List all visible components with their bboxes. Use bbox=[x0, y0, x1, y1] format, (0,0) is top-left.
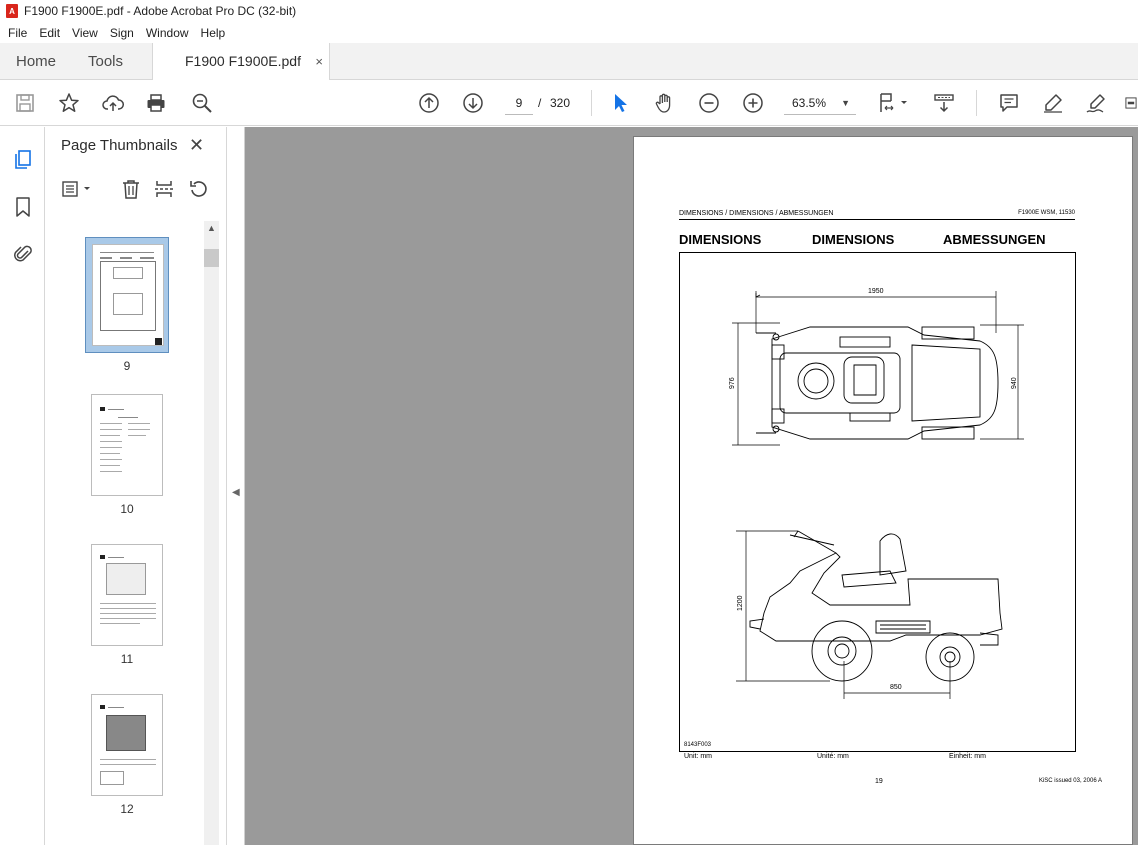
thumbnail-page-10[interactable]: 10 bbox=[85, 394, 169, 516]
unit-de: Einheit: mm bbox=[949, 753, 986, 760]
page-separator: / bbox=[538, 96, 542, 110]
thumbnail-label: 9 bbox=[123, 359, 131, 373]
bookmark-icon[interactable] bbox=[11, 195, 35, 219]
page-header-left: DIMENSIONS / DIMENSIONS / ABMESSUNGEN bbox=[679, 210, 834, 217]
extract-pages-icon[interactable] bbox=[152, 178, 176, 200]
delete-page-icon[interactable] bbox=[119, 178, 143, 200]
unit-fr: Unité: mm bbox=[817, 753, 849, 760]
panel-splitter[interactable]: ◀ bbox=[227, 127, 245, 845]
save-icon[interactable] bbox=[13, 91, 37, 115]
page-number-input[interactable]: 9 bbox=[505, 91, 533, 115]
collapse-panel-icon[interactable]: ◀ bbox=[232, 487, 240, 498]
left-rail bbox=[0, 127, 45, 845]
heading-fr: DIMENSIONS bbox=[812, 232, 895, 247]
panel-title: Page Thumbnails bbox=[61, 137, 178, 154]
unit-en: Unit: mm bbox=[684, 753, 712, 760]
zoom-in-icon[interactable] bbox=[741, 91, 765, 115]
drawing-frame: 1950 976 940 1200 850 bbox=[679, 252, 1076, 752]
thumbnail-label: 10 bbox=[120, 502, 134, 516]
close-tab-icon[interactable]: × bbox=[315, 43, 323, 80]
mower-dimension-drawing: 1950 976 940 1200 850 bbox=[729, 288, 1024, 699]
zoom-level-value: 63.5% bbox=[792, 96, 827, 110]
previous-page-icon[interactable] bbox=[417, 91, 441, 115]
heading-en: DIMENSIONS bbox=[679, 232, 762, 247]
scroll-mode-icon[interactable] bbox=[932, 91, 956, 115]
title-bar: A F1900 F1900E.pdf - Adobe Acrobat Pro D… bbox=[0, 0, 1138, 22]
page-header-right: F1900E WSM, 11530 bbox=[1018, 210, 1075, 216]
menu-help[interactable]: Help bbox=[195, 26, 232, 40]
menu-edit[interactable]: Edit bbox=[33, 26, 66, 40]
drawing-code: 8143F003 bbox=[684, 742, 712, 748]
menu-bar: File Edit View Sign Window Help bbox=[0, 22, 1138, 43]
thumbnail-selection-frame bbox=[85, 237, 169, 353]
thumbnail-image bbox=[91, 544, 163, 646]
window-title: F1900 F1900E.pdf - Adobe Acrobat Pro DC … bbox=[24, 4, 297, 18]
toolbar-divider bbox=[591, 90, 592, 116]
highlight-pen-icon[interactable] bbox=[1041, 91, 1065, 115]
thumbnail-image bbox=[92, 244, 164, 346]
menu-view[interactable]: View bbox=[66, 26, 104, 40]
tab-document-label: F1900 F1900E.pdf bbox=[185, 53, 301, 69]
thumbnail-page-11[interactable]: 11 bbox=[85, 544, 169, 666]
zoom-level-select[interactable]: 63.5% ▼ bbox=[784, 91, 856, 115]
pdf-page: DIMENSIONS / DIMENSIONS / ABMESSUNGEN F1… bbox=[633, 136, 1133, 845]
menu-window[interactable]: Window bbox=[140, 26, 195, 40]
thumbnail-image bbox=[91, 694, 163, 796]
menu-sign[interactable]: Sign bbox=[104, 26, 140, 40]
header-rule bbox=[679, 219, 1075, 220]
more-tools-icon[interactable] bbox=[1124, 91, 1138, 115]
heading-de: ABMESSUNGEN bbox=[943, 232, 1046, 247]
toolbar: 9 / 320 63.5% ▼ bbox=[0, 80, 1138, 126]
tab-home[interactable]: Home bbox=[16, 43, 56, 80]
rotate-page-icon[interactable] bbox=[187, 178, 211, 200]
chevron-down-icon: ▼ bbox=[841, 98, 850, 108]
thumbnail-image bbox=[91, 394, 163, 496]
select-cursor-icon[interactable] bbox=[609, 91, 633, 115]
sign-pen-icon[interactable] bbox=[1084, 91, 1108, 115]
scrollbar-thumb[interactable] bbox=[204, 249, 219, 267]
acrobat-app-icon: A bbox=[6, 4, 18, 18]
scroll-up-icon[interactable]: ▲ bbox=[207, 223, 216, 233]
dim-length-right-label: 940 bbox=[1011, 377, 1018, 389]
print-icon[interactable] bbox=[144, 91, 168, 115]
page-thumbnails-panel: Page Thumbnails ✕ ▲ 9 10 11 12 bbox=[45, 127, 227, 845]
document-viewer[interactable]: DIMENSIONS / DIMENSIONS / ABMESSUNGEN F1… bbox=[245, 127, 1138, 845]
comment-icon[interactable] bbox=[997, 91, 1021, 115]
thumbnail-page-12[interactable]: 12 bbox=[85, 694, 169, 816]
zoom-out-icon[interactable] bbox=[697, 91, 721, 115]
dim-width-label: 1950 bbox=[868, 288, 884, 295]
mower-top-view bbox=[756, 326, 999, 440]
upload-cloud-icon[interactable] bbox=[101, 91, 125, 115]
thumbnail-label: 11 bbox=[120, 652, 134, 666]
hand-tool-icon[interactable] bbox=[653, 91, 677, 115]
menu-file[interactable]: File bbox=[2, 26, 33, 40]
dim-wheelbase-label: 850 bbox=[890, 684, 902, 691]
tab-bar: Home Tools F1900 F1900E.pdf × bbox=[0, 43, 1138, 81]
thumbnail-options-icon[interactable] bbox=[59, 178, 95, 200]
page-thumbnails-icon[interactable] bbox=[11, 147, 35, 171]
dim-height-label: 1200 bbox=[737, 595, 744, 611]
star-icon[interactable] bbox=[57, 91, 81, 115]
thumbnail-page-9[interactable]: 9 bbox=[85, 237, 169, 373]
thumbnail-label: 12 bbox=[120, 802, 134, 816]
thumbnails-scrollbar[interactable]: ▲ bbox=[204, 221, 219, 845]
attachment-icon[interactable] bbox=[11, 241, 35, 265]
page-total: 320 bbox=[550, 96, 571, 110]
issue-note: KiSC issued 03, 2006 A bbox=[1038, 778, 1102, 784]
toolbar-divider bbox=[976, 90, 977, 116]
close-panel-icon[interactable]: ✕ bbox=[189, 135, 204, 156]
page-number: 19 bbox=[875, 778, 883, 785]
tab-document[interactable]: F1900 F1900E.pdf × bbox=[152, 43, 330, 81]
next-page-icon[interactable] bbox=[461, 91, 485, 115]
dim-length-left-label: 976 bbox=[729, 377, 736, 389]
tab-tools[interactable]: Tools bbox=[88, 43, 123, 80]
mower-side-view bbox=[749, 530, 1003, 682]
fit-page-icon[interactable] bbox=[876, 91, 912, 115]
zoom-search-icon[interactable] bbox=[190, 91, 214, 115]
